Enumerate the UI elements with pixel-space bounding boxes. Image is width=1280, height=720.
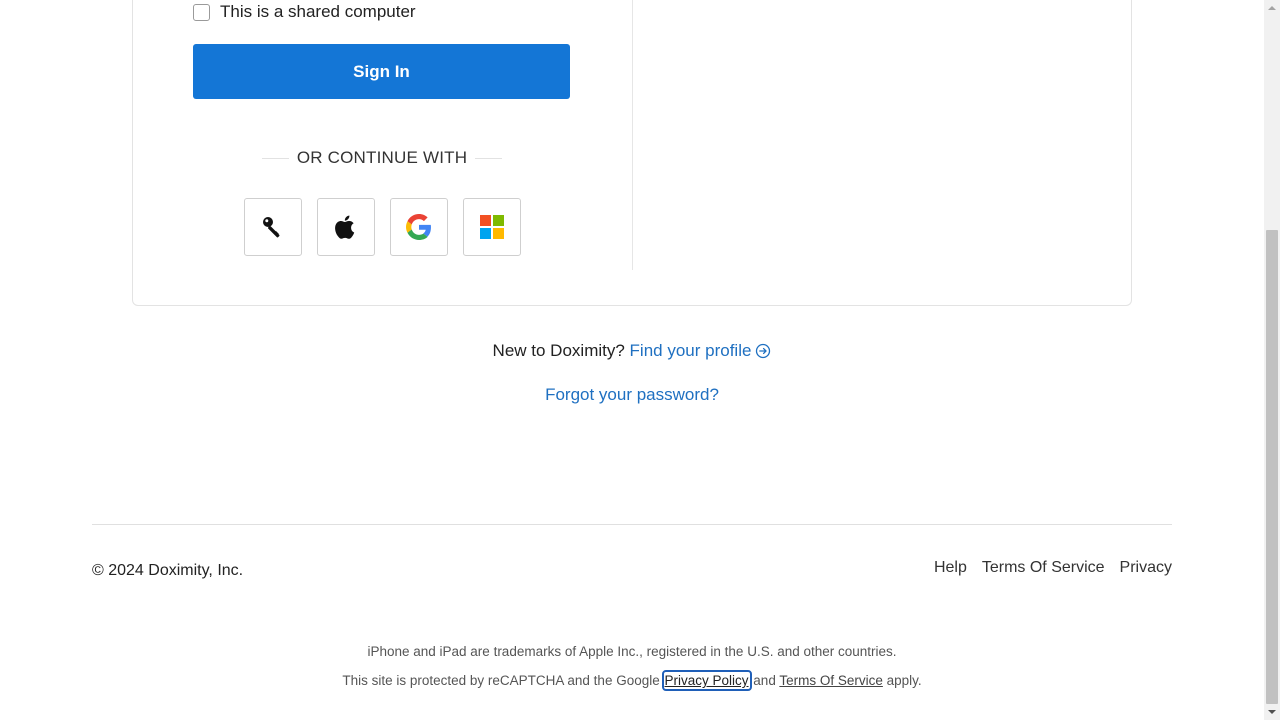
divider-line-left xyxy=(262,157,289,159)
trademark-notice: iPhone and iPad are trademarks of Apple … xyxy=(367,644,897,659)
terms-of-service-link[interactable]: Terms Of Service xyxy=(779,673,883,688)
shared-computer-row[interactable]: This is a shared computer xyxy=(193,1,416,23)
recaptcha-and: and xyxy=(753,673,776,688)
footer-link-help[interactable]: Help xyxy=(934,559,967,577)
divider-line-right xyxy=(475,157,503,159)
or-continue-divider: OR CONTINUE WITH xyxy=(262,147,503,169)
footer-links: Help Terms Of Service Privacy xyxy=(934,559,1172,577)
shared-computer-label[interactable]: This is a shared computer xyxy=(220,2,416,22)
scrollbar-thumb[interactable] xyxy=(1266,230,1278,704)
signup-prompt-row: New to Doximity? Find your profile xyxy=(0,341,1264,361)
sso-buttons xyxy=(244,198,521,256)
copyright-text: © 2024 Doximity, Inc. xyxy=(92,562,244,579)
key-icon xyxy=(263,217,280,238)
arrow-circle-right-icon xyxy=(756,343,771,359)
apple-button[interactable] xyxy=(317,198,375,256)
privacy-policy-link[interactable]: Privacy Policy xyxy=(661,670,752,691)
passkey-button[interactable] xyxy=(244,198,302,256)
microsoft-icon xyxy=(480,215,504,239)
recaptcha-suffix: apply. xyxy=(886,673,922,688)
forgot-password-row: Forgot your password? xyxy=(0,385,1264,405)
recaptcha-prefix: This site is protected by reCAPTCHA and … xyxy=(342,673,660,688)
apple-icon xyxy=(335,215,355,239)
find-profile-link[interactable]: Find your profile xyxy=(630,341,772,361)
scroll-up-arrow-icon[interactable] xyxy=(1264,0,1280,16)
google-button[interactable] xyxy=(390,198,448,256)
microsoft-button[interactable] xyxy=(463,198,521,256)
footer-divider xyxy=(92,524,1172,525)
footer-link-privacy[interactable]: Privacy xyxy=(1120,559,1172,577)
footer-link-terms[interactable]: Terms Of Service xyxy=(982,559,1105,577)
shared-computer-checkbox[interactable] xyxy=(193,3,210,21)
sign-in-button[interactable]: Sign In xyxy=(193,44,570,99)
scroll-down-arrow-icon[interactable] xyxy=(1264,704,1280,720)
page-viewport: This is a shared computer Sign In OR CON… xyxy=(0,0,1264,720)
signup-prompt-text: New to Doximity? xyxy=(492,341,625,360)
google-icon xyxy=(406,214,431,240)
or-continue-text: OR CONTINUE WITH xyxy=(296,148,468,167)
forgot-password-link[interactable]: Forgot your password? xyxy=(545,385,719,404)
find-profile-label: Find your profile xyxy=(629,341,752,360)
recaptcha-notice: This site is protected by reCAPTCHA and … xyxy=(0,670,1264,691)
card-divider xyxy=(632,0,633,270)
